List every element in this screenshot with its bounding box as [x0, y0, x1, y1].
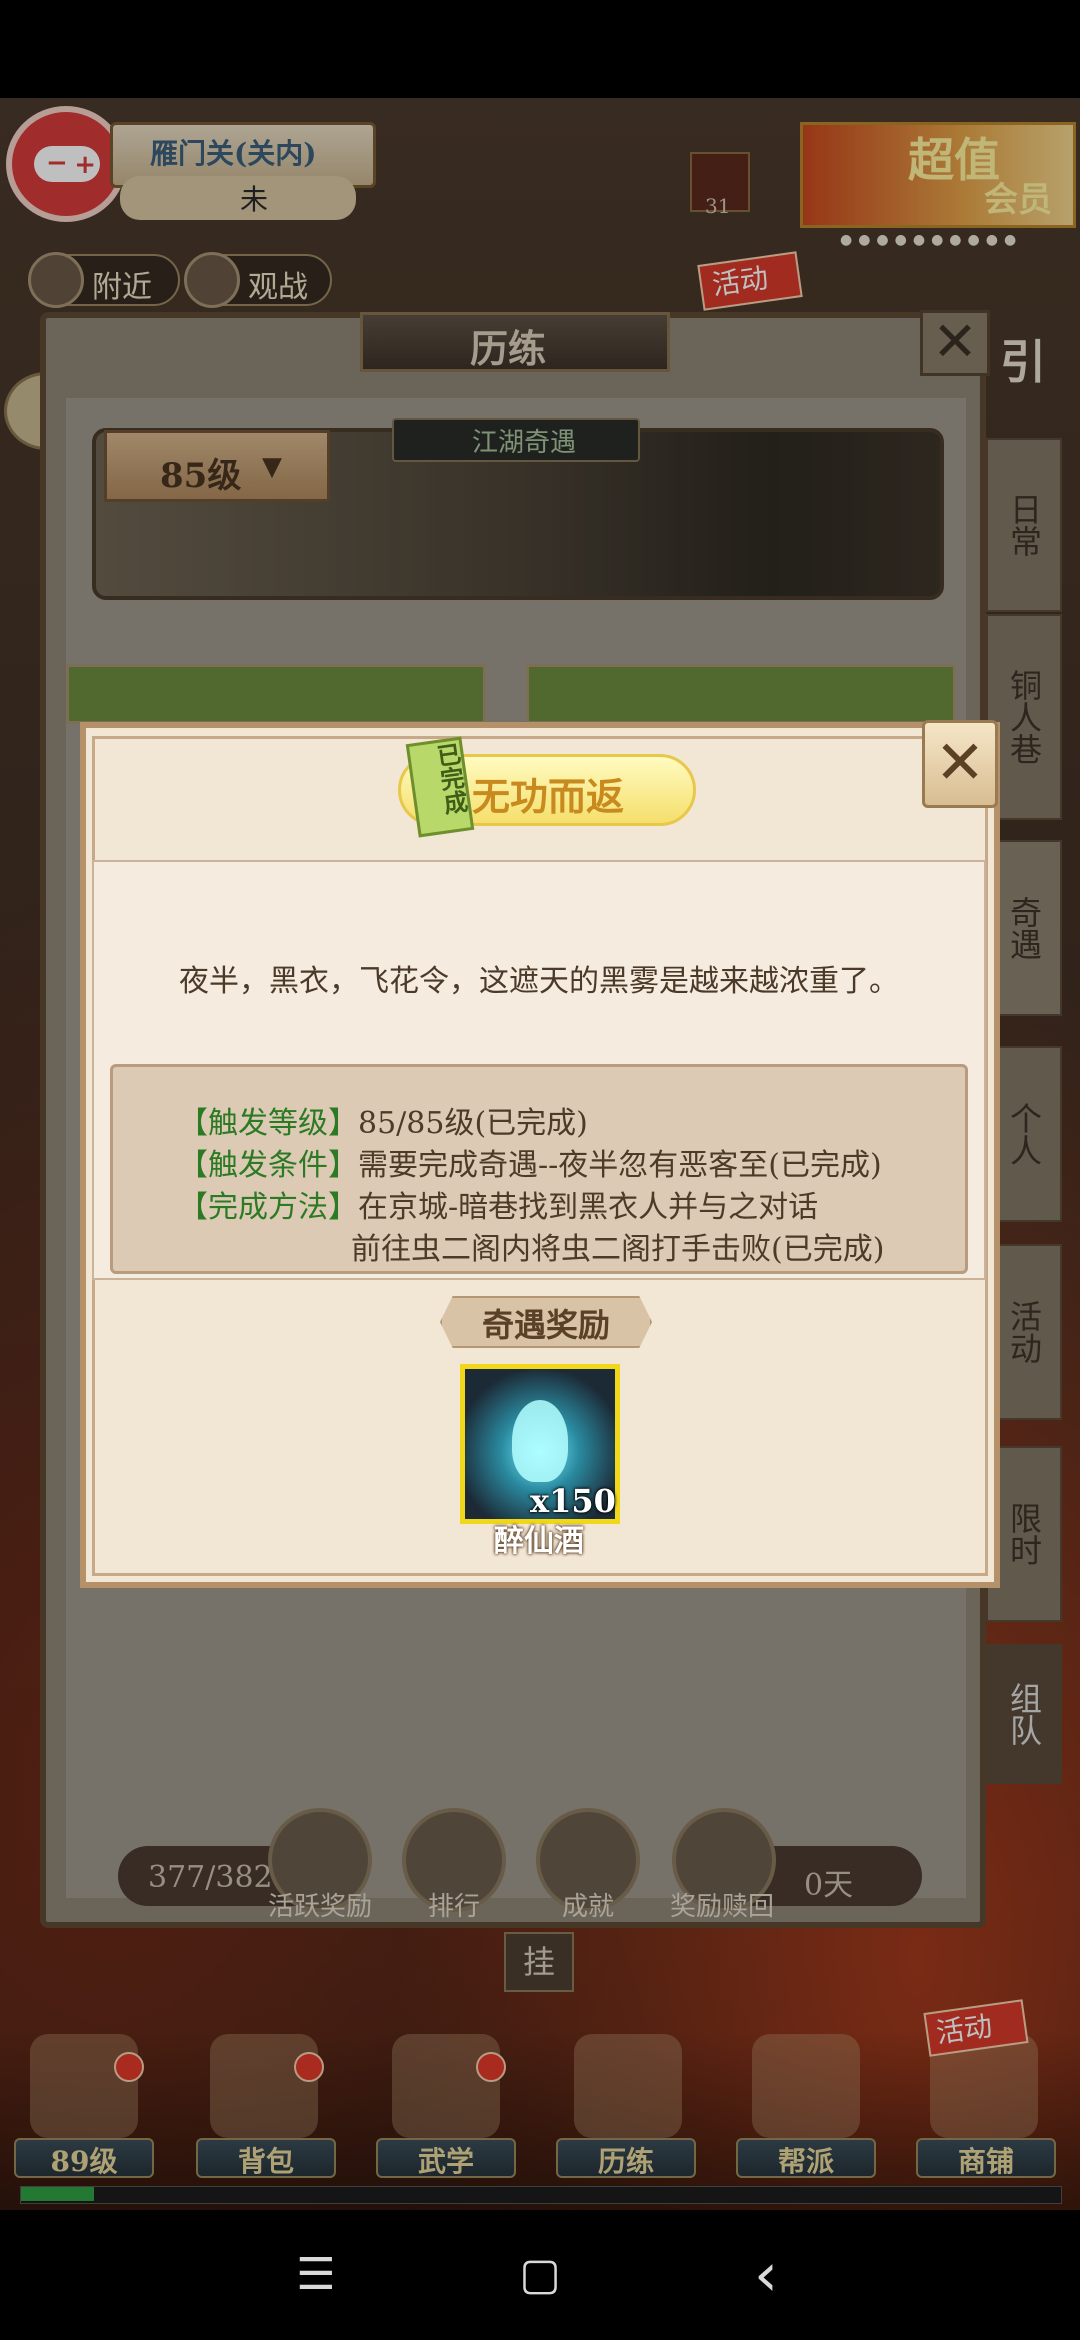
- condition-label: 【完成方法】: [178, 1190, 358, 1225]
- condition-label: 【触发等级】: [178, 1106, 358, 1141]
- reward-section-title: 奇遇奖励: [482, 1306, 611, 1344]
- back-icon[interactable]: ‹: [706, 2210, 826, 2340]
- condition-value: 需要完成奇遇--夜半忽有恶客至(已完成): [358, 1148, 882, 1183]
- reward-item-name: 醉仙酒: [494, 1524, 584, 1559]
- condition-row: 【完成方法】在京城-暗巷找到黑衣人并与之对话: [178, 1182, 818, 1226]
- condition-row: 前往虫二阁内将虫二阁打手击败(已完成): [351, 1224, 884, 1268]
- condition-row: 【触发等级】85/85级(已完成): [178, 1098, 588, 1142]
- condition-value: 85/85级(已完成): [358, 1106, 588, 1141]
- story-text: 夜半，黑衣，飞花令，这遮天的黑雾是越来越浓重了。: [179, 964, 899, 999]
- home-icon[interactable]: ▢: [480, 2210, 600, 2340]
- dialog-title: 无功而返: [472, 774, 625, 819]
- condition-row: 【触发条件】需要完成奇遇--夜半忽有恶客至(已完成): [178, 1140, 882, 1184]
- status-bar: [0, 0, 1080, 98]
- menu-icon[interactable]: ☰: [256, 2210, 376, 2340]
- condition-value: 前往虫二阁内将虫二阁打手击败(已完成): [351, 1232, 885, 1267]
- dialog-close-icon[interactable]: ✕: [922, 720, 998, 808]
- condition-value: 在京城-暗巷找到黑衣人并与之对话: [358, 1190, 819, 1225]
- condition-label: 【触发条件】: [178, 1148, 358, 1183]
- completed-stamp-label: 已完成: [431, 740, 470, 817]
- reward-item-quantity: x150: [530, 1482, 616, 1520]
- wine-bottle-icon: [512, 1400, 568, 1482]
